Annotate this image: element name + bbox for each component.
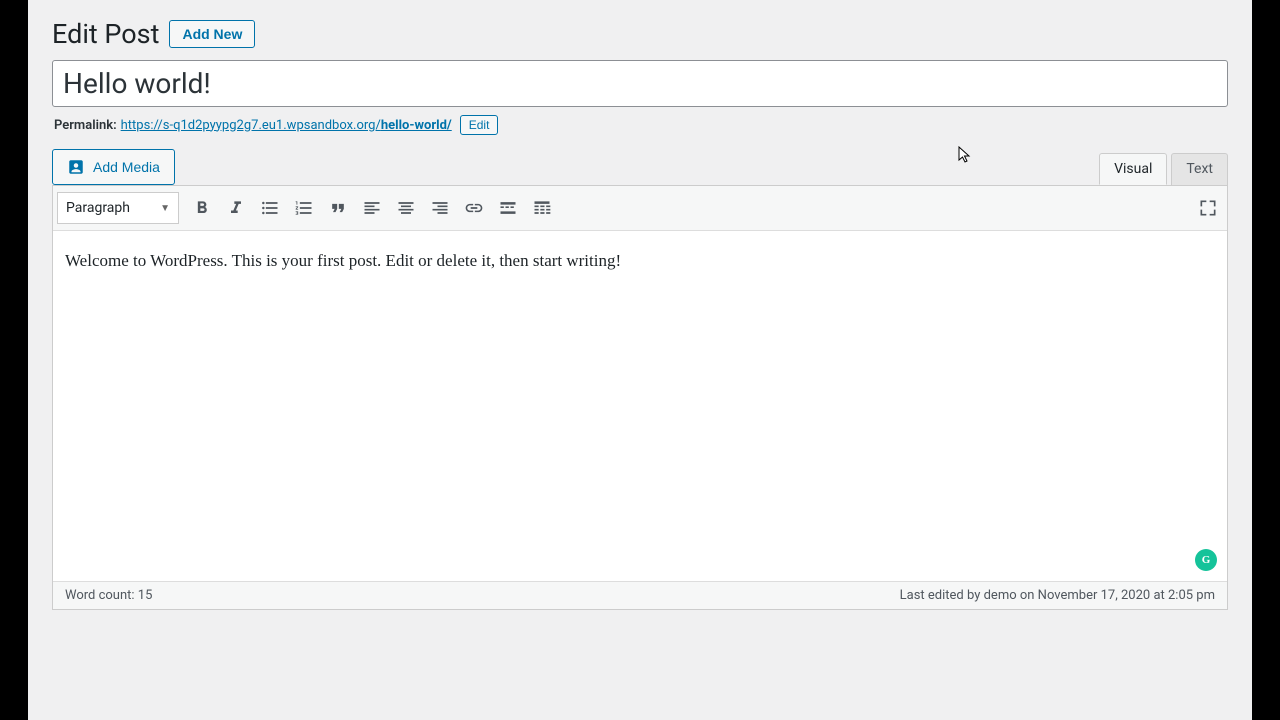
tab-visual[interactable]: Visual xyxy=(1099,153,1167,185)
editor-wrap: Paragraph ▼ Welcome to WordPress. This i… xyxy=(52,185,1228,610)
editor-status-bar: Word count: 15 Last edited by demo on No… xyxy=(53,581,1227,609)
toolbar-toggle-button[interactable] xyxy=(525,191,559,225)
add-media-button[interactable]: Add Media xyxy=(52,149,175,185)
bullet-list-button[interactable] xyxy=(253,191,287,225)
italic-button[interactable] xyxy=(219,191,253,225)
permalink-label: Permalink: xyxy=(54,118,117,133)
editor-content[interactable]: Welcome to WordPress. This is your first… xyxy=(53,231,1227,581)
permalink-base: https://s-q1d2pyypg2g7.eu1.wpsandbox.org… xyxy=(121,118,381,133)
media-icon xyxy=(67,158,85,176)
last-edited: Last edited by demo on November 17, 2020… xyxy=(900,588,1215,603)
read-more-button[interactable] xyxy=(491,191,525,225)
format-selected-label: Paragraph xyxy=(66,200,130,216)
fullscreen-button[interactable] xyxy=(1191,191,1225,225)
chevron-down-icon: ▼ xyxy=(160,203,170,214)
blockquote-button[interactable] xyxy=(321,191,355,225)
align-center-button[interactable] xyxy=(389,191,423,225)
permalink-link[interactable]: https://s-q1d2pyypg2g7.eu1.wpsandbox.org… xyxy=(121,118,452,133)
numbered-list-button[interactable] xyxy=(287,191,321,225)
editor-toolbar: Paragraph ▼ xyxy=(53,186,1227,231)
add-media-label: Add Media xyxy=(93,159,160,175)
bold-button[interactable] xyxy=(185,191,219,225)
post-body-text: Welcome to WordPress. This is your first… xyxy=(65,251,1215,271)
align-right-button[interactable] xyxy=(423,191,457,225)
permalink-slug: hello-world/ xyxy=(381,118,452,133)
permalink-edit-button[interactable]: Edit xyxy=(460,115,499,135)
word-count: Word count: 15 xyxy=(65,588,152,603)
post-title-input[interactable] xyxy=(52,60,1228,107)
tab-text[interactable]: Text xyxy=(1171,153,1228,185)
grammarly-badge-icon[interactable]: G xyxy=(1195,549,1217,571)
align-left-button[interactable] xyxy=(355,191,389,225)
link-button[interactable] xyxy=(457,191,491,225)
page-title: Edit Post xyxy=(52,18,159,50)
add-new-button[interactable]: Add New xyxy=(169,20,255,48)
permalink-row: Permalink: https://s-q1d2pyypg2g7.eu1.wp… xyxy=(28,107,1252,149)
format-select[interactable]: Paragraph ▼ xyxy=(57,192,179,224)
